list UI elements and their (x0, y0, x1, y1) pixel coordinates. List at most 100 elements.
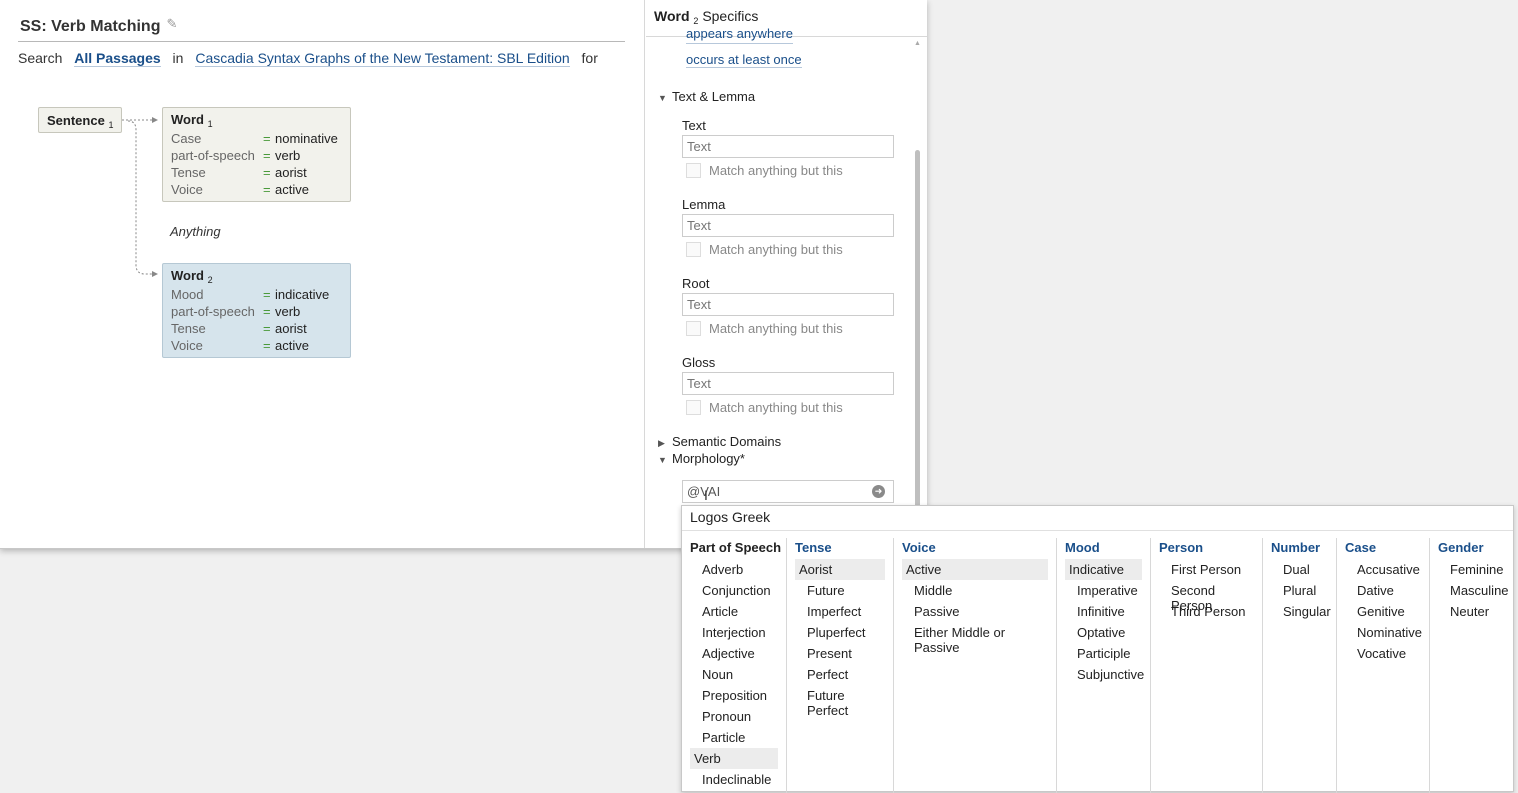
appears-anywhere-text: appears anywhere (686, 28, 793, 41)
panel-scrollbar[interactable]: ▲ (914, 40, 922, 540)
dropdown-option[interactable]: Conjunction (690, 580, 778, 601)
checkbox-icon[interactable] (686, 400, 701, 415)
word1-attr-row: Voice = active (171, 181, 342, 198)
lemma-input[interactable] (682, 214, 894, 237)
lemma-negate-label: Match anything but this (709, 242, 843, 257)
dropdown-option[interactable]: Optative (1065, 622, 1142, 643)
dropdown-option[interactable]: Middle (902, 580, 1048, 601)
dropdown-option[interactable]: Imperfect (795, 601, 885, 622)
word1-attr-value: active (275, 182, 309, 197)
dropdown-option[interactable]: Genitive (1345, 601, 1421, 622)
dropdown-option[interactable]: Passive (902, 601, 1048, 622)
sentence-node[interactable]: Sentence 1 (38, 107, 122, 133)
word2-attr-value: active (275, 338, 309, 353)
dropdown-option[interactable]: Future Perfect (795, 685, 885, 718)
checkbox-icon[interactable] (686, 163, 701, 178)
dropdown-option[interactable]: Particle (690, 727, 778, 748)
dropdown-option[interactable]: Dual (1271, 559, 1328, 580)
dropdown-option[interactable]: Plural (1271, 580, 1328, 601)
word2-attr-value: verb (275, 304, 301, 319)
dropdown-option[interactable]: Vocative (1345, 643, 1421, 664)
dropdown-option[interactable]: Preposition (690, 685, 778, 706)
dropdown-option[interactable]: Active (902, 559, 1048, 580)
dropdown-option[interactable]: Masculine (1438, 580, 1509, 601)
dropdown-column-header: Tense (795, 540, 832, 555)
dropdown-column-mood: Mood Indicative Imperative Infinitive Optati… (1056, 538, 1150, 793)
dropdown-option[interactable]: Third Person (1159, 601, 1254, 622)
word1-node[interactable]: Word 1 Case = nominative part-of-speech = ver… (162, 107, 351, 202)
section-morphology[interactable]: ▼ Morphology* (658, 451, 745, 466)
scroll-up-icon[interactable]: ▲ (914, 40, 921, 47)
dropdown-option[interactable]: Article (690, 601, 778, 622)
dropdown-option[interactable]: Dative (1345, 580, 1421, 601)
dropdown-column-header: Part of Speech (690, 540, 782, 555)
search-window: SS: Verb Matching ✎ Search All Passages i… (0, 0, 927, 549)
panel-header-word: Word (654, 8, 690, 24)
dropdown-option[interactable]: Feminine (1438, 559, 1507, 580)
dropdown-column-voice: Voice Active Middle Passive Either Middle or… (893, 538, 1056, 793)
dropdown-option[interactable]: Adjective (690, 643, 778, 664)
section-text-lemma[interactable]: ▼ Text & Lemma (658, 89, 755, 104)
lemma-negate-checkbox[interactable]: Match anything but this (686, 242, 843, 257)
dropdown-title: Logos Greek (682, 506, 1513, 531)
dropdown-option[interactable]: Pluperfect (795, 622, 885, 643)
dropdown-option[interactable]: Interjection (690, 622, 778, 643)
section-semantic-label: Semantic Domains (672, 434, 782, 449)
text-input[interactable] (682, 135, 894, 158)
text-negate-checkbox[interactable]: Match anything but this (686, 163, 843, 178)
dropdown-column-header: Voice (902, 540, 936, 555)
dropdown-option[interactable]: Infinitive (1065, 601, 1142, 622)
dropdown-option[interactable]: Accusative (1345, 559, 1421, 580)
section-semantic-domains[interactable]: ▶ Semantic Domains (658, 434, 781, 449)
word2-attr-equals: = (263, 287, 271, 302)
scrollbar-thumb[interactable] (915, 150, 920, 540)
dropdown-option[interactable]: Present (795, 643, 885, 664)
checkbox-icon[interactable] (686, 242, 701, 257)
dropdown-option[interactable]: Noun (690, 664, 778, 685)
dropdown-option[interactable]: Perfect (795, 664, 885, 685)
dropdown-option[interactable]: Neuter (1438, 601, 1507, 622)
root-input[interactable] (682, 293, 894, 316)
occurs-at-least-once-link[interactable]: occurs at least once (686, 52, 802, 68)
word1-attr-row: Tense = aorist (171, 164, 342, 181)
root-negate-checkbox[interactable]: Match anything but this (686, 321, 843, 336)
gloss-negate-checkbox[interactable]: Match anything but this (686, 400, 843, 415)
word2-attr-value: aorist (275, 321, 307, 336)
section-morphology-label: Morphology* (672, 451, 745, 466)
dropdown-option[interactable]: Nominative (1345, 622, 1422, 643)
panel-header-index: 2 (693, 16, 699, 26)
appears-anywhere-link[interactable]: appears anywhere (686, 28, 793, 44)
dropdown-option[interactable]: Participle (1065, 643, 1142, 664)
dropdown-option[interactable]: Either Middle or Passive (902, 622, 1048, 655)
dropdown-option[interactable]: Second Person (1159, 580, 1254, 613)
word2-index: 2 (207, 275, 213, 285)
dropdown-option[interactable]: Pronoun (690, 706, 778, 727)
dropdown-column-header: Case (1345, 540, 1377, 555)
dropdown-column-case: Case Accusative Dative Genitive Nominative Vo… (1336, 538, 1429, 793)
dropdown-option[interactable]: Subjunctive (1065, 664, 1144, 685)
word1-index: 1 (207, 119, 213, 129)
dropdown-option[interactable]: First Person (1159, 559, 1254, 580)
word2-attributes: Mood = indicative part-of-speech = verb Tense =… (171, 286, 342, 354)
word1-attr-key: Voice (171, 182, 203, 197)
text-cursor-icon: I (704, 487, 708, 503)
dropdown-column-gender: Gender Feminine Masculine Neuter (1429, 538, 1515, 793)
word2-attr-key: Voice (171, 338, 203, 353)
gloss-field-label: Gloss (682, 355, 716, 370)
checkbox-icon[interactable] (686, 321, 701, 336)
morphology-input[interactable]: @VAI ➜ (682, 480, 894, 503)
go-arrow-icon[interactable]: ➜ (872, 485, 885, 498)
dropdown-option[interactable]: Indicative (1065, 559, 1142, 580)
dropdown-option[interactable]: Singular (1271, 601, 1331, 622)
dropdown-option[interactable]: Adverb (690, 559, 778, 580)
word2-attr-key: Mood (171, 287, 204, 302)
word1-attr-row: part-of-speech = verb (171, 147, 342, 164)
dropdown-option[interactable]: Verb (690, 748, 778, 769)
dropdown-option[interactable]: Imperative (1065, 580, 1142, 601)
word2-node[interactable]: Word 2 Mood = indicative part-of-speech = ver… (162, 263, 351, 358)
word1-attr-key: Case (171, 131, 202, 146)
dropdown-option[interactable]: Future (795, 580, 885, 601)
dropdown-option[interactable]: Indeclinable (690, 769, 778, 790)
dropdown-option[interactable]: Aorist (795, 559, 885, 580)
gloss-input[interactable] (682, 372, 894, 395)
